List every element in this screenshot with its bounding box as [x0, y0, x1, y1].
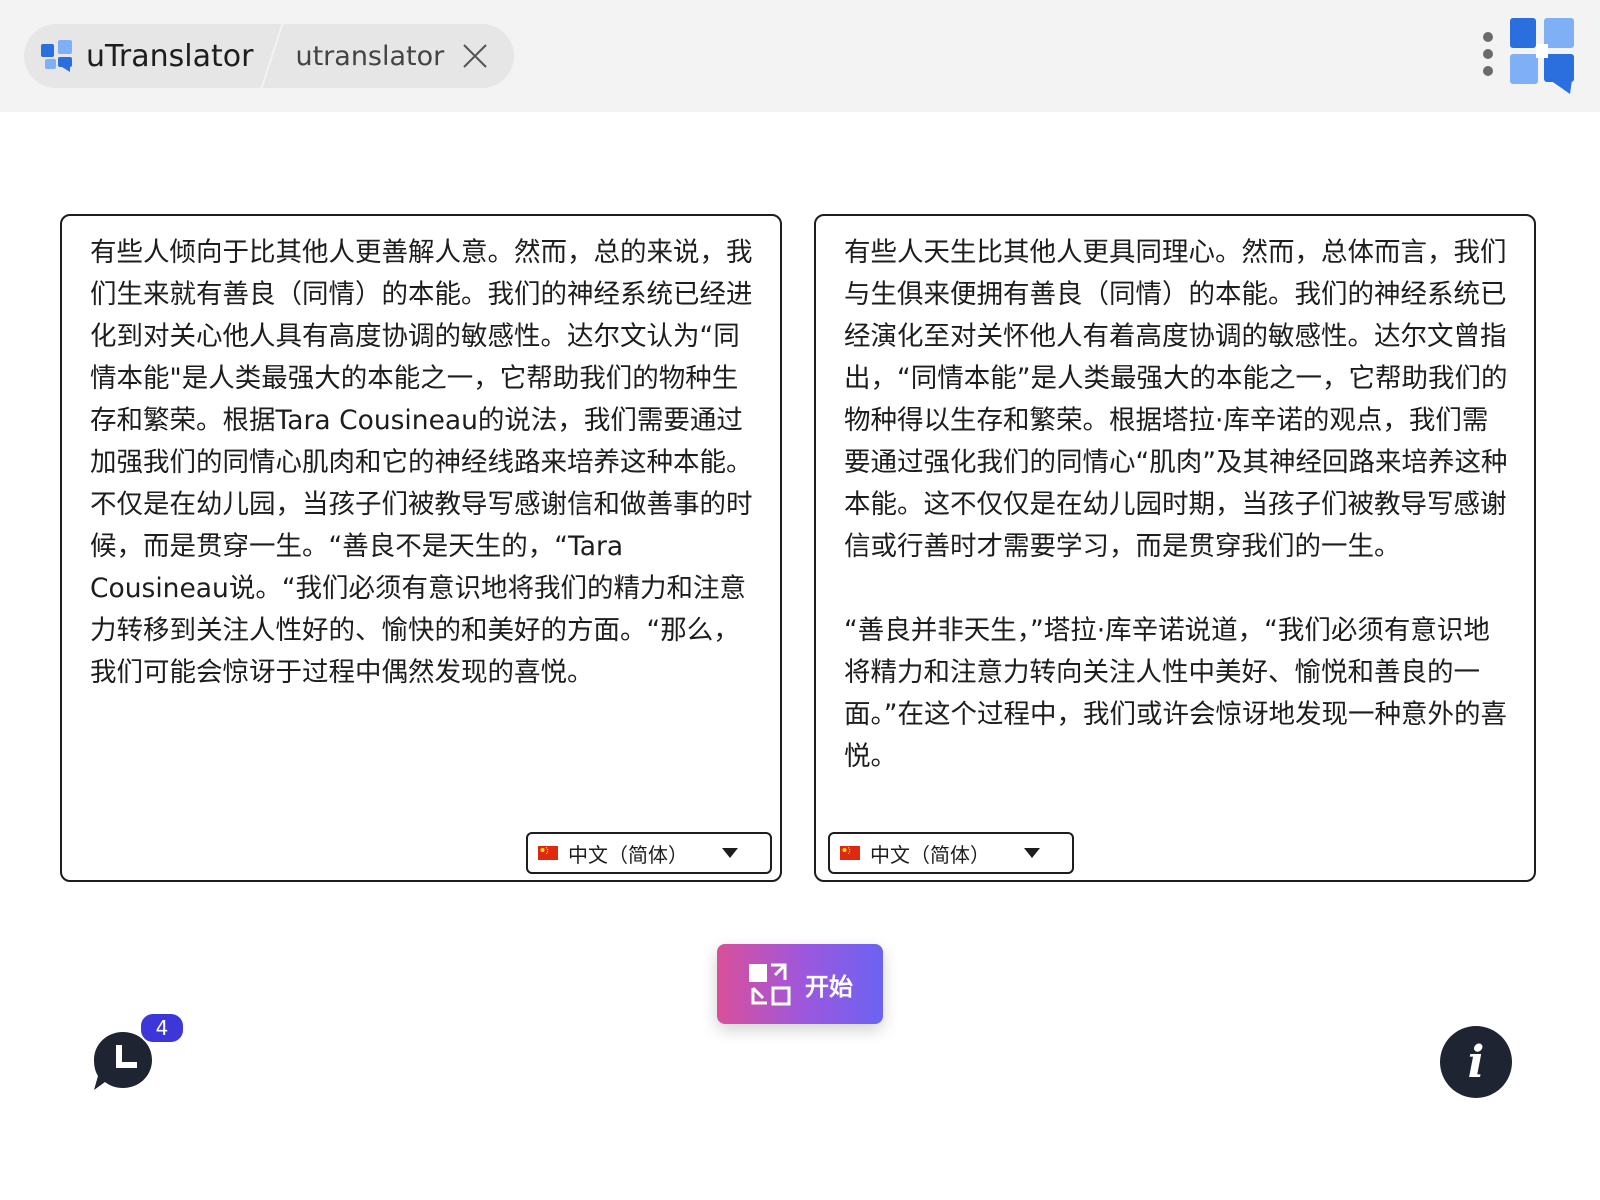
- sub-tab[interactable]: utranslator: [273, 24, 488, 88]
- utranslator-logo-icon: [41, 40, 72, 72]
- close-icon[interactable]: [462, 43, 488, 69]
- history-count-badge: 4: [139, 1012, 185, 1044]
- source-text[interactable]: 有些人倾向于比其他人更善解人意。然而，总的来说，我们生来就有善良（同情）的本能。…: [90, 232, 754, 694]
- app-tab-label: uTranslator: [86, 38, 254, 74]
- source-language-select[interactable]: 中文（简体）: [526, 832, 772, 874]
- utranslator-brand-icon: [1510, 18, 1574, 94]
- swap-icon: [749, 963, 791, 1006]
- chevron-down-icon: [722, 848, 738, 858]
- info-button[interactable]: i: [1440, 1026, 1512, 1098]
- start-translate-button[interactable]: 开始: [717, 944, 883, 1024]
- target-language-select[interactable]: 中文（简体）: [828, 832, 1074, 874]
- more-vertical-icon[interactable]: [1482, 32, 1494, 76]
- source-text-panel[interactable]: 有些人倾向于比其他人更善解人意。然而，总的来说，我们生来就有善良（同情）的本能。…: [60, 214, 782, 882]
- title-bar: uTranslator utranslator: [0, 0, 1600, 112]
- china-flag-icon: [538, 846, 558, 860]
- target-language-label: 中文（简体）: [870, 842, 990, 867]
- target-text[interactable]: 有些人天生比其他人更具同理心。然而，总体而言，我们与生俱来便拥有善良（同情）的本…: [844, 232, 1508, 778]
- app-tab[interactable]: uTranslator: [40, 24, 273, 88]
- target-text-panel[interactable]: 有些人天生比其他人更具同理心。然而，总体而言，我们与生俱来便拥有善良（同情）的本…: [814, 214, 1536, 882]
- tab-group: uTranslator utranslator: [24, 24, 515, 88]
- china-flag-icon: [840, 846, 860, 860]
- chevron-down-icon: [1024, 848, 1040, 858]
- info-icon: i: [1467, 1036, 1485, 1088]
- source-language-label: 中文（简体）: [568, 842, 688, 867]
- sub-tab-label: utranslator: [295, 40, 445, 72]
- start-button-label: 开始: [805, 972, 853, 1001]
